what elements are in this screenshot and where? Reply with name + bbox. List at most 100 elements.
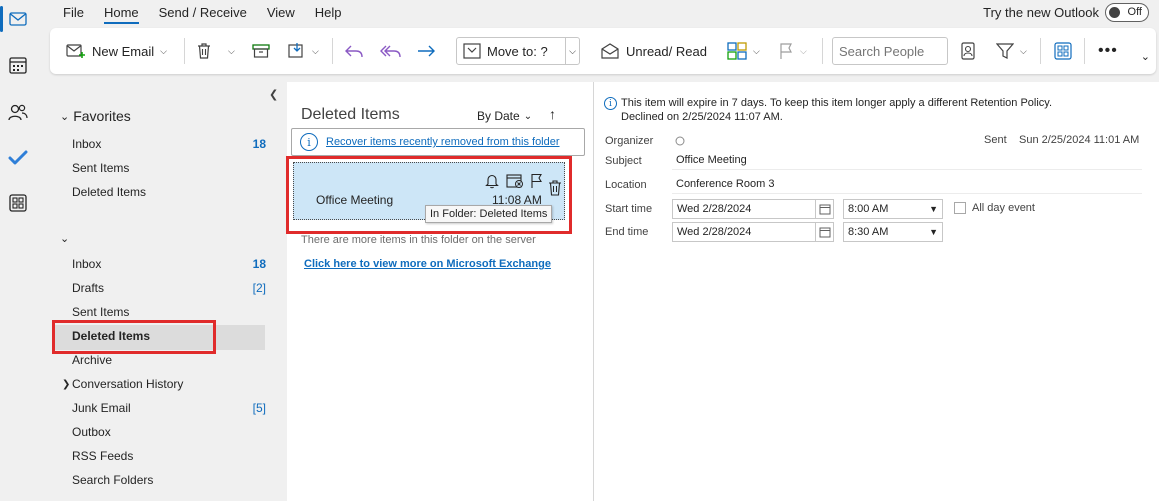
filter-icon (996, 43, 1014, 59)
search-people-input[interactable] (832, 37, 948, 65)
folder-inbox[interactable]: Inbox 18 (72, 253, 266, 275)
collapse-folder-pane-icon[interactable]: ❮ (269, 88, 278, 101)
reply-button[interactable] (344, 37, 364, 65)
retention-info: i This item will expire in 7 days. To ke… (604, 96, 1052, 124)
expand-conversation-history-icon[interactable]: ❯ (62, 379, 70, 390)
categorize-button[interactable]: ⌵ (727, 37, 760, 65)
app-rail (0, 0, 36, 501)
folder-pane: ❮ ⌄ Favorites Inbox 18 Sent Items Delete… (52, 82, 286, 501)
toggle-knob (1109, 7, 1120, 18)
start-time-value: 8:00 AM (848, 203, 889, 215)
people-icon[interactable] (0, 95, 36, 129)
apps-button[interactable] (1054, 37, 1072, 65)
recover-items-link[interactable]: Recover items recently removed from this… (326, 136, 560, 148)
unread-count: 18 (252, 257, 266, 271)
folder-rss-feeds[interactable]: RSS Feeds (72, 445, 266, 467)
follow-up-caret-icon[interactable]: ⌵ (800, 46, 807, 57)
recover-items-banner: i Recover items recently removed from th… (291, 128, 585, 156)
location-field[interactable]: Conference Room 3 (672, 174, 1142, 194)
flag-icon (780, 43, 792, 59)
archive-icon (252, 44, 270, 58)
all-day-checkbox[interactable] (954, 202, 966, 214)
menu-help[interactable]: Help (305, 0, 352, 26)
archive-button[interactable] (252, 37, 270, 65)
apps-grid-icon[interactable] (0, 186, 36, 220)
favorites-header[interactable]: ⌄ Favorites (60, 108, 131, 124)
message-list: Deleted Items By Date ⌄ ↑ i Recover item… (286, 82, 593, 501)
more-options-icon[interactable]: ••• (1098, 37, 1118, 65)
organizer-label: Organizer (605, 135, 654, 147)
move-to-icon (463, 43, 481, 59)
unread-read-button[interactable]: Unread/ Read (600, 37, 707, 65)
all-day-event[interactable]: All day event (954, 202, 1035, 214)
menu-bar: File Home Send / Receive View Help Try t… (36, 0, 1159, 26)
dropdown-caret-icon[interactable]: ▼ (929, 200, 938, 218)
folder-label: Inbox (72, 137, 102, 151)
start-date-field[interactable]: Wed 2/28/2024 (672, 199, 834, 219)
categorize-caret-icon[interactable]: ⌵ (753, 46, 760, 57)
toggle-label: Off (1127, 6, 1142, 18)
sent-value: Sun 2/25/2024 11:01 AM (1019, 134, 1140, 146)
try-new-label: Try the new Outlook (983, 5, 1099, 20)
folder-label: Conversation History (72, 377, 184, 391)
favorite-inbox[interactable]: Inbox 18 (72, 133, 266, 155)
menu-view[interactable]: View (257, 0, 305, 26)
move-button[interactable]: ⌵ (288, 37, 319, 65)
account-collapse-chevron-icon[interactable]: ⌄ (60, 232, 69, 245)
folder-junk-email[interactable]: Junk Email [5] (72, 397, 266, 419)
forward-button[interactable] (416, 37, 436, 65)
info-icon: i (604, 97, 617, 110)
sort-label: By Date (477, 109, 520, 123)
folder-label: Sent Items (72, 161, 130, 175)
menu-send-receive[interactable]: Send / Receive (149, 0, 257, 26)
follow-up-button[interactable]: ⌵ (778, 37, 807, 65)
start-time-field[interactable]: 8:00 AM ▼ (843, 199, 943, 219)
subject-label: Subject (605, 155, 642, 167)
folder-drafts[interactable]: Drafts [2] (72, 277, 266, 299)
calendar-picker-icon[interactable] (815, 223, 833, 241)
todo-check-icon[interactable] (0, 141, 36, 175)
end-date-field[interactable]: Wed 2/28/2024 (672, 222, 834, 242)
move-to-quickstep[interactable]: Move to: ? ⌵ (456, 37, 580, 65)
dropdown-caret-icon[interactable]: ▼ (929, 223, 938, 241)
mail-icon[interactable] (0, 2, 36, 36)
calendar-picker-icon[interactable] (815, 200, 833, 218)
move-to-caret-icon[interactable]: ⌵ (565, 38, 579, 64)
sort-by-date-dropdown[interactable]: By Date ⌄ (477, 109, 532, 123)
folder-conversation-history[interactable]: Conversation History (72, 373, 266, 395)
favorite-deleted-items[interactable]: Deleted Items (72, 181, 266, 203)
ribbon-separator (822, 38, 823, 64)
move-caret-icon[interactable]: ⌵ (312, 46, 319, 57)
address-book-button[interactable] (960, 37, 976, 65)
new-outlook-toggle[interactable]: Off (1105, 3, 1149, 22)
item-count: [5] (252, 401, 266, 415)
new-email-caret-icon[interactable]: ⌵ (160, 46, 167, 57)
filter-caret-icon[interactable]: ⌵ (1020, 46, 1027, 57)
ribbon-expand-chevron-icon[interactable]: ⌄ (1141, 50, 1150, 63)
new-email-button[interactable]: New Email ⌵ (66, 37, 167, 65)
delete-icon (198, 43, 210, 59)
end-time-field[interactable]: 8:30 AM ▼ (843, 222, 943, 242)
ribbon: New Email ⌵ ⌵ ⌵ Move to: ? ⌵ Unread/ Rea… (50, 28, 1156, 74)
info-icon: i (300, 133, 318, 151)
folder-outbox[interactable]: Outbox (72, 421, 266, 443)
reply-all-button[interactable] (380, 37, 402, 65)
reading-pane: i This item will expire in 7 days. To ke… (594, 82, 1159, 501)
delete-button[interactable]: ⌵ (196, 37, 235, 65)
sort-direction-arrow-icon[interactable]: ↑ (549, 106, 556, 122)
menu-file[interactable]: File (53, 0, 94, 26)
subject-field[interactable]: Office Meeting (672, 150, 1142, 170)
view-on-exchange-link[interactable]: Click here to view more on Microsoft Exc… (304, 258, 551, 270)
retention-text: This item will expire in 7 days. To keep… (621, 97, 1053, 109)
calendar-icon[interactable] (0, 48, 36, 82)
declined-text: Declined on 2/25/2024 11:07 AM. (621, 111, 783, 123)
filter-email-button[interactable]: ⌵ (996, 37, 1027, 65)
favorites-label: Favorites (73, 108, 131, 124)
folder-label: RSS Feeds (72, 449, 134, 463)
try-new-outlook: Try the new Outlook Off (983, 3, 1149, 22)
favorite-sent-items[interactable]: Sent Items (72, 157, 266, 179)
folder-search-folders[interactable]: Search Folders (72, 469, 266, 491)
menu-home[interactable]: Home (94, 0, 149, 26)
delete-caret-icon[interactable]: ⌵ (228, 46, 235, 57)
folder-label: Drafts (72, 281, 105, 295)
